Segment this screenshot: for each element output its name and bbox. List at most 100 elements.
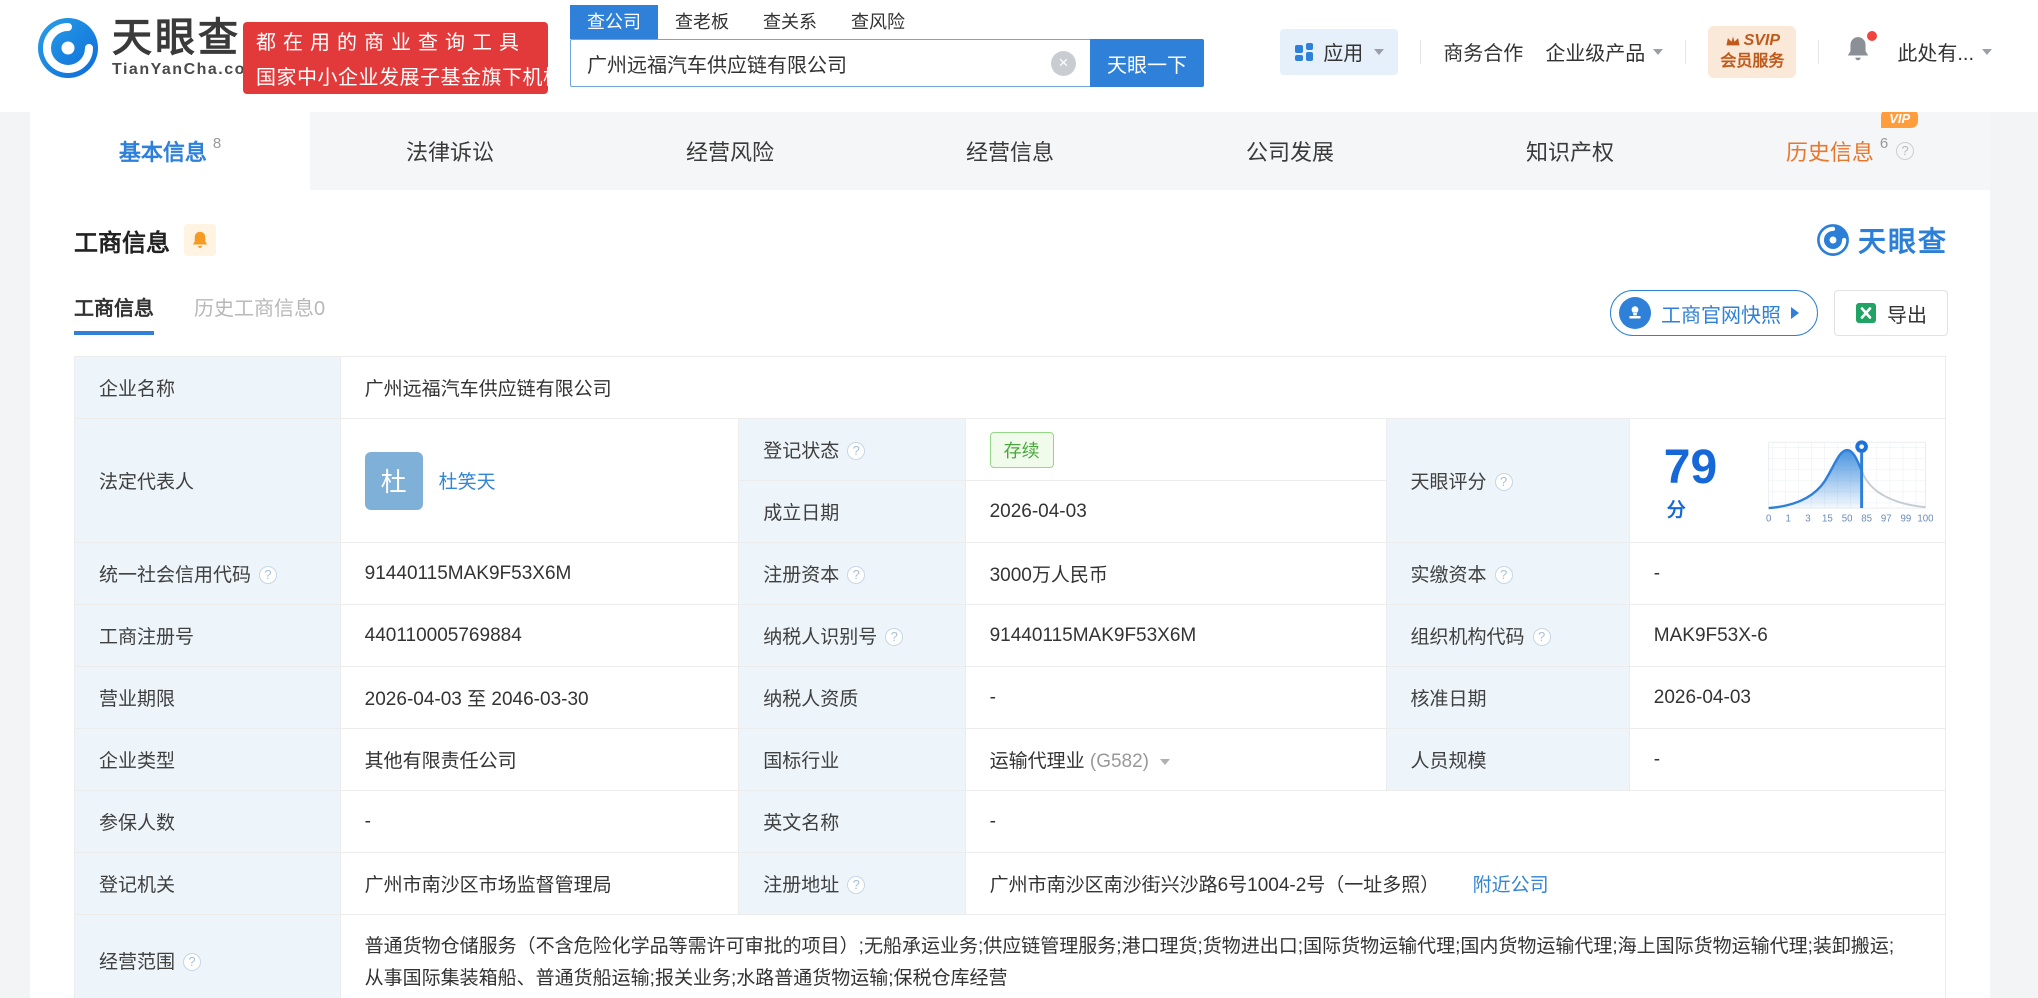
- reg-status-value: 存续: [964, 418, 1387, 481]
- reg-authority-value: 广州市南沙区市场监督管理局: [339, 852, 740, 915]
- nav-enterprise-products[interactable]: 企业级产品: [1545, 37, 1664, 66]
- tab-operation-risk[interactable]: 经营风险: [590, 112, 870, 190]
- help-icon[interactable]: [1896, 142, 1915, 160]
- field-label: 核准日期: [1385, 666, 1630, 729]
- tab-legal-litigation[interactable]: 法律诉讼: [310, 112, 590, 190]
- table-row: 统一社会信用代码 91440115MAK9F53X6M 注册资本 3000万人民…: [74, 542, 1947, 605]
- search-input[interactable]: [570, 39, 1090, 87]
- field-label: 人员规模: [1385, 728, 1630, 791]
- divider: [1685, 39, 1687, 64]
- taxpayer-quality-value: -: [964, 666, 1387, 729]
- field-label: 注册地址: [738, 852, 966, 915]
- insured-count-value: -: [339, 790, 740, 853]
- field-label: 组织机构代码: [1385, 604, 1630, 667]
- svg-text:97: 97: [1881, 513, 1892, 524]
- tab-operation-info[interactable]: 经营信息: [870, 112, 1150, 190]
- credit-code-value: 91440115MAK9F53X6M: [339, 542, 740, 605]
- arrow-right-icon: [1791, 307, 1799, 319]
- user-account-menu[interactable]: 此处有...: [1897, 37, 1992, 66]
- company-type-value: 其他有限责任公司: [339, 728, 740, 791]
- help-icon[interactable]: [1494, 566, 1513, 584]
- svip-member-button[interactable]: SVIP 会员服务: [1708, 26, 1797, 78]
- table-row: 法定代表人 杜 杜笑天 登记状态 存续 天眼评分: [74, 418, 1947, 543]
- table-row: 参保人数 - 英文名称 -: [74, 790, 1947, 853]
- promo-line1: 都在用的商业查询工具: [256, 32, 526, 54]
- company-detail-card: 基本信息 8 法律诉讼 经营风险 经营信息 公司发展 知识产权 VIP 历史信息…: [30, 112, 1990, 998]
- tianyancha-swirl-icon: [1817, 224, 1849, 256]
- chevron-down-icon[interactable]: [1160, 759, 1171, 765]
- chevron-down-icon: [1374, 48, 1385, 55]
- export-button[interactable]: 导出: [1834, 290, 1948, 336]
- svg-text:15: 15: [1822, 513, 1833, 524]
- field-label: 天眼评分: [1385, 418, 1630, 543]
- org-code-value: MAK9F53X-6: [1628, 604, 1947, 667]
- field-label: 国标行业: [738, 728, 966, 791]
- business-info-table: 企业名称 广州远福汽车供应链有限公司 法定代表人 杜 杜笑天 登记状态 存续: [74, 356, 1947, 998]
- tab-count: 6: [1879, 134, 1889, 152]
- legal-rep-link[interactable]: 杜笑天: [439, 467, 496, 494]
- help-icon[interactable]: [847, 566, 866, 584]
- paid-capital-value: -: [1628, 542, 1947, 605]
- help-icon[interactable]: [183, 953, 202, 972]
- field-label: 工商注册号: [74, 604, 341, 667]
- vip-badge: VIP: [1881, 112, 1919, 128]
- search-button[interactable]: 天眼一下: [1090, 39, 1204, 87]
- legal-rep-cell: 杜 杜笑天: [339, 418, 740, 543]
- field-label: 注册资本: [738, 542, 966, 605]
- tab-intellectual-property[interactable]: 知识产权: [1430, 112, 1710, 190]
- search-tab-risk[interactable]: 查风险: [834, 5, 922, 39]
- help-icon[interactable]: [885, 628, 904, 646]
- search-tab-relation[interactable]: 查关系: [746, 5, 834, 39]
- crown-icon: [1726, 37, 1740, 46]
- score-number: 79分: [1663, 440, 1718, 521]
- search-tab-company[interactable]: 查公司: [570, 5, 658, 39]
- chevron-down-icon: [1653, 48, 1664, 55]
- avatar[interactable]: 杜: [364, 451, 423, 510]
- business-scope-value: 普通货物仓储服务（不含危险化学品等需许可审批的项目）;无船承运业务;供应链管理服…: [339, 914, 1947, 998]
- nav-business-cooperation[interactable]: 商务合作: [1443, 37, 1523, 66]
- subtab-business-info[interactable]: 工商信息: [74, 292, 154, 335]
- help-icon[interactable]: [1494, 473, 1513, 491]
- svg-text:85: 85: [1861, 513, 1872, 524]
- field-label: 企业名称: [74, 356, 341, 419]
- promo-banner: 都在用的商业查询工具 国家中小企业发展子基金旗下机构: [243, 22, 563, 94]
- field-label: 法定代表人: [74, 418, 341, 543]
- apps-menu[interactable]: 应用: [1280, 28, 1399, 75]
- tab-company-development[interactable]: 公司发展: [1150, 112, 1430, 190]
- subscribe-bell-button[interactable]: [184, 224, 216, 256]
- apps-label: 应用: [1323, 43, 1364, 66]
- help-icon[interactable]: [259, 566, 278, 584]
- subtab-history-business-info[interactable]: 历史工商信息0: [194, 292, 325, 335]
- tab-history-info[interactable]: VIP 历史信息 6: [1710, 112, 1990, 190]
- score-distribution-chart: 0 1 3 15 50 85 97 99 100: [1766, 439, 1933, 524]
- help-icon[interactable]: [847, 876, 866, 894]
- brand-name: 天眼查: [112, 15, 241, 60]
- site-logo[interactable]: 天眼查 TianYanCha.com: [36, 16, 262, 80]
- field-label: 参保人数: [74, 790, 341, 853]
- header-nav: 应用 商务合作 企业级产品 SVIP 会员服务 此处有...: [1280, 26, 1992, 78]
- svg-text:99: 99: [1900, 513, 1911, 524]
- field-label: 登记状态: [738, 418, 966, 481]
- official-snapshot-button[interactable]: 工商官网快照: [1610, 290, 1818, 336]
- notification-dot: [1867, 30, 1878, 41]
- excel-icon: [1856, 303, 1876, 323]
- svg-text:1: 1: [1785, 513, 1790, 524]
- clear-search-icon[interactable]: [1051, 51, 1076, 76]
- nearby-companies-link[interactable]: 附近公司: [1473, 875, 1549, 896]
- tab-basic-info[interactable]: 基本信息 8: [30, 112, 310, 190]
- top-header: 天眼查 TianYanCha.com 都在用的商业查询工具 国家中小企业发展子基…: [0, 0, 2038, 96]
- field-label: 登记机关: [74, 852, 341, 915]
- approval-date-value: 2026-04-03: [1628, 666, 1947, 729]
- industry-value: 运输代理业 (G582): [964, 728, 1387, 791]
- notifications-bell[interactable]: [1841, 30, 1878, 69]
- reg-capital-value: 3000万人民币: [964, 542, 1387, 605]
- tianyancha-watermark: 天眼查: [1816, 220, 1948, 260]
- help-icon[interactable]: [847, 442, 866, 460]
- search-tab-boss[interactable]: 查老板: [658, 5, 746, 39]
- chevron-down-icon: [1982, 48, 1992, 55]
- svg-text:50: 50: [1841, 513, 1852, 524]
- help-icon[interactable]: [1532, 628, 1551, 646]
- tianyan-score-cell[interactable]: 79分 0 1 3 15 50 85 97 99 100: [1628, 418, 1947, 543]
- header-spacer: [0, 96, 2038, 112]
- section-title: 工商信息: [74, 229, 170, 257]
